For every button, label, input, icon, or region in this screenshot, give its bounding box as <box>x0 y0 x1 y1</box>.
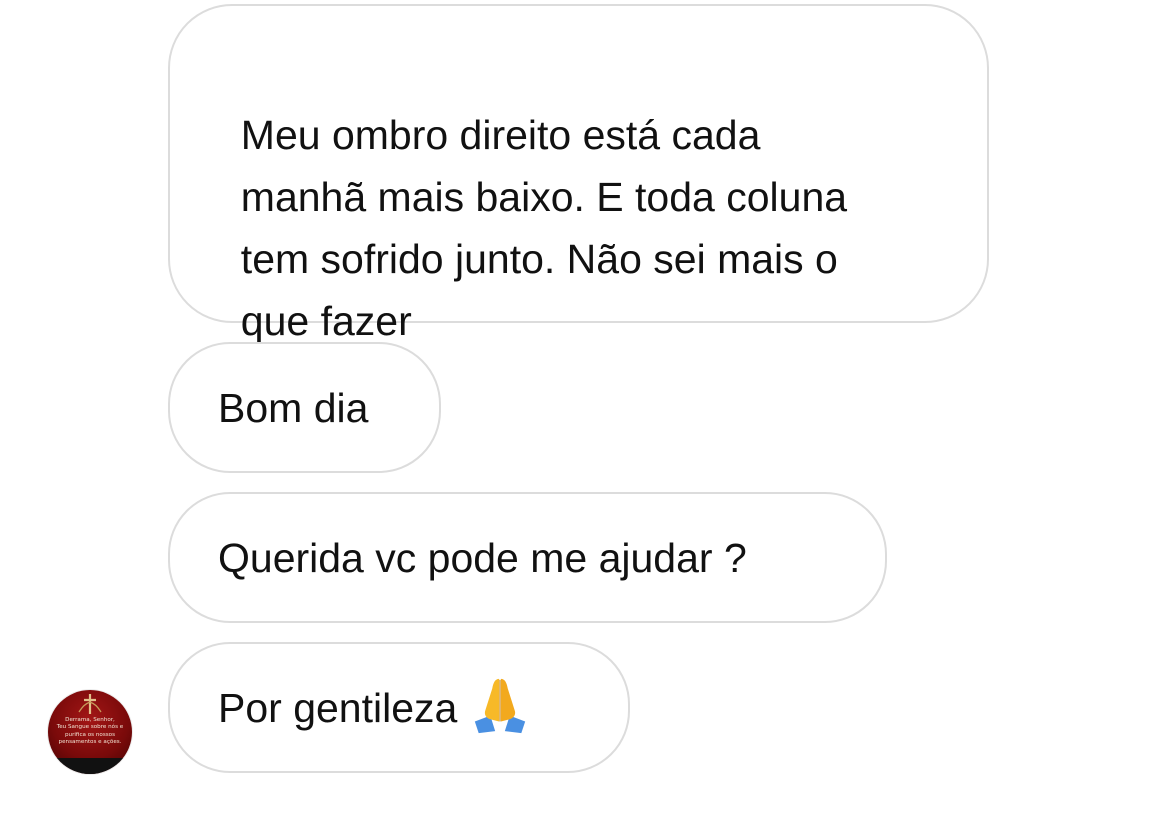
message-bubble[interactable]: Bom dia <box>168 342 441 473</box>
message-bubble[interactable]: Por gentileza <box>168 642 630 773</box>
message-bubble[interactable]: Querida vc pode me ajudar ? <box>168 492 887 623</box>
folded-hands-emoji <box>475 678 526 733</box>
cross-icon <box>78 694 102 714</box>
message-text: Querida vc pode me ajudar ? <box>218 534 747 581</box>
avatar-caption: Derrama, Senhor, Teu Sangue sobre nós e … <box>56 717 124 746</box>
avatar-bottom-band <box>48 758 132 774</box>
message-text: Bom dia <box>218 384 369 431</box>
message-text: Por gentileza <box>218 684 458 731</box>
message-bubble[interactable]: Meu ombro direito está cada manhã mais b… <box>168 4 989 344</box>
avatar[interactable]: Derrama, Senhor, Teu Sangue sobre nós e … <box>48 690 132 774</box>
message-text: Meu ombro direito está cada manhã mais b… <box>240 112 848 344</box>
